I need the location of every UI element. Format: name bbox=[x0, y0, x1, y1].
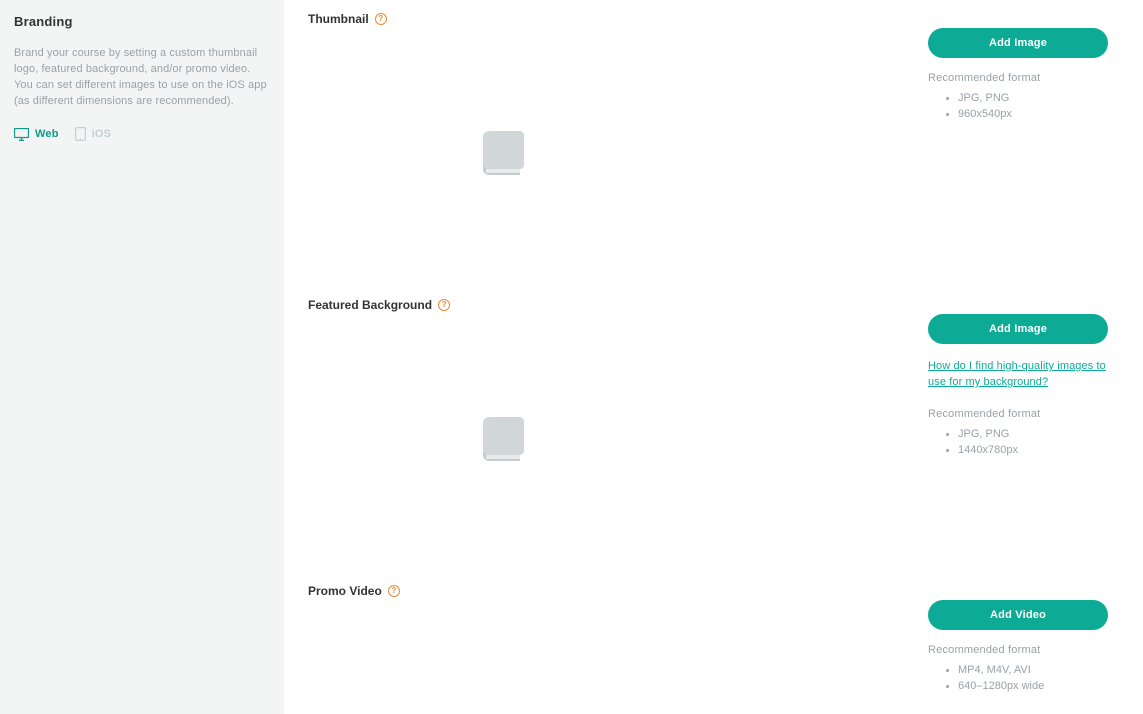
tab-ios-label: iOS bbox=[92, 128, 112, 140]
featured-recommended-list: JPG, PNG 1440x780px bbox=[928, 426, 1108, 458]
sidebar-title: Branding bbox=[14, 14, 270, 29]
sidebar-description: Brand your course by setting a custom th… bbox=[14, 45, 270, 109]
monitor-icon bbox=[14, 128, 29, 141]
featured-preview[interactable] bbox=[308, 332, 698, 552]
promo-title-row: Promo Video ? bbox=[308, 584, 400, 598]
promo-title: Promo Video bbox=[308, 584, 382, 598]
section-promo-video: Promo Video ? Add Video Recommended form… bbox=[308, 582, 1123, 698]
list-item: 640–1280px wide bbox=[958, 678, 1108, 694]
book-placeholder-icon bbox=[474, 415, 532, 470]
list-item: 960x540px bbox=[958, 106, 1108, 122]
tab-web[interactable]: Web bbox=[14, 128, 59, 141]
featured-recommended-title: Recommended format bbox=[928, 408, 1108, 420]
thumbnail-recommended-title: Recommended format bbox=[928, 72, 1108, 84]
list-item: MP4, M4V, AVI bbox=[958, 662, 1108, 678]
thumbnail-title: Thumbnail bbox=[308, 12, 369, 26]
help-icon[interactable]: ? bbox=[438, 299, 450, 311]
promo-preview[interactable] bbox=[308, 618, 698, 698]
help-icon[interactable]: ? bbox=[375, 13, 387, 25]
add-video-button[interactable]: Add Video bbox=[928, 600, 1108, 630]
book-placeholder-icon bbox=[474, 129, 532, 184]
featured-title: Featured Background bbox=[308, 298, 432, 312]
list-item: 1440x780px bbox=[958, 442, 1108, 458]
featured-title-row: Featured Background ? bbox=[308, 298, 450, 312]
add-image-button-featured[interactable]: Add Image bbox=[928, 314, 1108, 344]
help-icon[interactable]: ? bbox=[388, 585, 400, 597]
tab-web-label: Web bbox=[35, 128, 59, 140]
section-featured-background: Featured Background ? bbox=[308, 296, 1123, 552]
add-image-button-thumbnail[interactable]: Add Image bbox=[928, 28, 1108, 58]
thumbnail-preview[interactable] bbox=[308, 46, 698, 266]
sidebar: Branding Brand your course by setting a … bbox=[0, 0, 284, 714]
section-thumbnail: Thumbnail ? bbox=[308, 10, 1123, 266]
list-item: JPG, PNG bbox=[958, 426, 1108, 442]
thumbnail-recommended-list: JPG, PNG 960x540px bbox=[928, 90, 1108, 122]
high-quality-images-link[interactable]: How do I find high-quality images to use… bbox=[928, 358, 1108, 390]
promo-recommended-list: MP4, M4V, AVI 640–1280px wide bbox=[928, 662, 1108, 694]
tab-ios[interactable]: iOS bbox=[75, 127, 112, 141]
platform-tabs: Web iOS bbox=[14, 127, 270, 141]
main-content: Thumbnail ? bbox=[284, 0, 1143, 714]
list-item: JPG, PNG bbox=[958, 90, 1108, 106]
tablet-icon bbox=[75, 127, 86, 141]
promo-recommended-title: Recommended format bbox=[928, 644, 1108, 656]
thumbnail-title-row: Thumbnail ? bbox=[308, 12, 387, 26]
